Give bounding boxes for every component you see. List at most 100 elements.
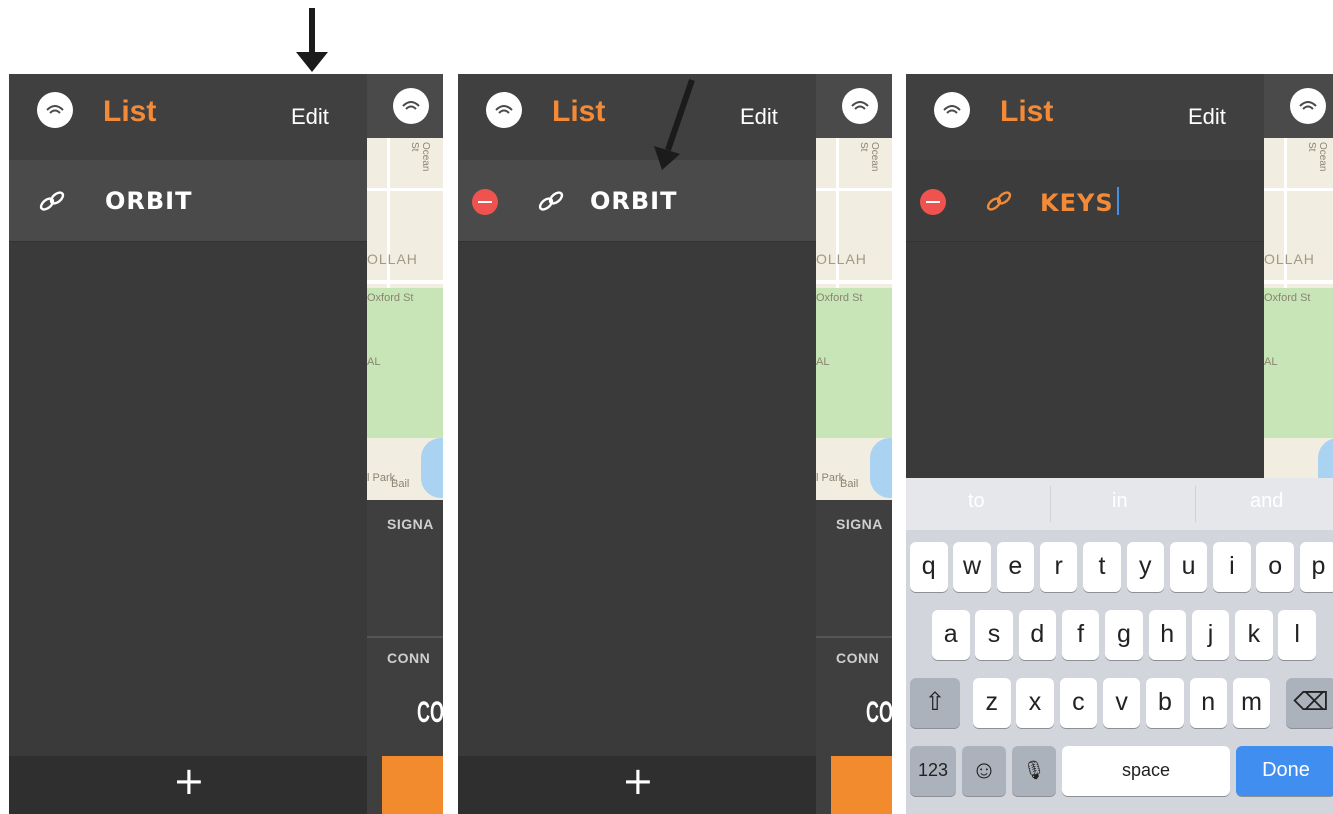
map-area[interactable]: Ocean St OLLAH Oxford St AL l Park Bail [816,138,892,500]
suggestion-item[interactable]: to [968,490,985,513]
list-footer: + [9,756,367,814]
text-cursor [1116,187,1119,215]
water-area [870,438,892,498]
space-key[interactable]: space [1062,746,1230,796]
key-m[interactable]: m [1232,678,1271,728]
key-b[interactable]: b [1146,678,1184,728]
signal-icon [851,101,869,110]
emoji-key[interactable]: ☺ [962,746,1006,796]
key-v[interactable]: v [1102,678,1141,728]
tracker-avatar-icon[interactable] [934,92,970,128]
key-t[interactable]: t [1083,542,1121,592]
signal-icon [943,105,961,114]
map-avatar-icon[interactable] [842,88,878,124]
key-k[interactable]: k [1235,610,1273,660]
numbers-key[interactable]: 123 [910,746,956,796]
list-footer: + [458,756,816,814]
add-button[interactable]: + [622,762,654,800]
key-l[interactable]: l [1278,610,1316,660]
signal-icon [46,105,64,114]
list-item[interactable]: ORBIT [9,160,367,242]
street-label: Oxford St [1264,292,1311,304]
tracker-avatar-icon[interactable] [486,92,522,128]
area-label: AL [1264,356,1278,368]
edit-button[interactable]: Edit [1188,104,1226,130]
key-p[interactable]: p [1299,542,1333,592]
map-area[interactable]: Ocean St OLLAH Oxford St AL l Park Bail [367,138,443,500]
delete-minus-icon[interactable] [472,189,498,215]
map-avatar-icon[interactable] [393,88,429,124]
district-label: OLLAH [816,251,867,267]
suggestion-item[interactable]: and [1250,490,1283,513]
connection-status: CO [417,696,443,729]
signal-label: SIGNA [387,516,434,532]
key-h[interactable]: h [1148,610,1186,660]
edit-button[interactable]: Edit [291,104,329,130]
key-x[interactable]: x [1016,678,1054,728]
map-preview: Ocean St OLLAH Oxford St AL l Park Bail … [367,74,443,814]
district-label: OLLAH [1264,251,1315,267]
key-f[interactable]: f [1061,610,1100,660]
list-header: List Edit [906,74,1264,160]
connection-status: CO [866,696,892,729]
list-sidebar: List Edit ORBIT + [458,74,816,814]
key-a[interactable]: a [932,610,970,660]
action-button[interactable] [382,756,443,814]
add-button[interactable]: + [173,762,205,800]
street-label: Oxford St [367,292,414,304]
page-title: List [103,95,157,128]
suggestion-bar: to in and [906,478,1333,530]
area-label: AL [816,356,830,368]
done-key[interactable]: Done [1236,746,1333,796]
backspace-key[interactable]: ⌫ [1286,678,1333,728]
map-area[interactable]: Ocean St OLLAH Oxford St AL [1264,138,1333,500]
park-label: Bail [391,478,410,490]
key-s[interactable]: s [975,610,1013,660]
street-label: Ocean St [858,142,880,172]
signal-icon [495,105,513,114]
street-label: Ocean St [1306,142,1328,172]
park-label: Bail [840,478,859,490]
street-label: Oxford St [816,292,863,304]
tracker-avatar-icon[interactable] [37,92,73,128]
key-q[interactable]: q [910,542,948,592]
key-r[interactable]: r [1039,542,1078,592]
link-icon [986,191,1012,211]
signal-icon [1299,101,1317,110]
key-j[interactable]: j [1191,610,1230,660]
delete-minus-icon[interactable] [920,189,946,215]
key-y[interactable]: y [1126,542,1164,592]
key-u[interactable]: u [1169,542,1208,592]
suggestion-item[interactable]: in [1112,490,1128,513]
area-label: AL [367,356,381,368]
key-w[interactable]: w [953,542,991,592]
key-d[interactable]: d [1018,610,1057,660]
key-e[interactable]: e [996,542,1035,592]
list-item-editing[interactable]: KEYS [906,160,1264,242]
street-label: Ocean St [409,142,431,172]
key-g[interactable]: g [1105,610,1143,660]
key-c[interactable]: c [1059,678,1098,728]
key-i[interactable]: i [1213,542,1251,592]
screen-rename-mode: List Edit KEYS Ocean St OLLAH Oxford St … [906,74,1333,814]
action-button[interactable] [831,756,892,814]
diagonal-arrow-annotation [654,79,695,170]
connection-label: CONN [387,650,431,666]
list-header: List Edit [9,74,367,160]
list-item[interactable]: ORBIT [458,160,816,242]
item-name-input[interactable]: KEYS [1040,187,1119,217]
signal-icon [402,101,420,110]
key-o[interactable]: o [1256,542,1294,592]
on-screen-keyboard: to in and q w e r t y u i o p a s d f g h j k l ⇧ z x c v b n m ⌫ 12… [906,478,1333,814]
screen-edit-mode: List Edit ORBIT + Ocean St OLLAH Oxford … [458,74,892,814]
key-z[interactable]: z [973,678,1011,728]
shift-key[interactable]: ⇧ [910,678,960,728]
district-label: OLLAH [367,251,418,267]
connection-label: CONN [836,650,880,666]
map-avatar-icon[interactable] [1290,88,1326,124]
microphone-key[interactable]: 🎙 [1012,746,1056,796]
key-n[interactable]: n [1189,678,1227,728]
item-name-text: KEYS [1040,189,1114,217]
list-header: List Edit [458,74,816,160]
edit-button[interactable]: Edit [740,104,778,130]
